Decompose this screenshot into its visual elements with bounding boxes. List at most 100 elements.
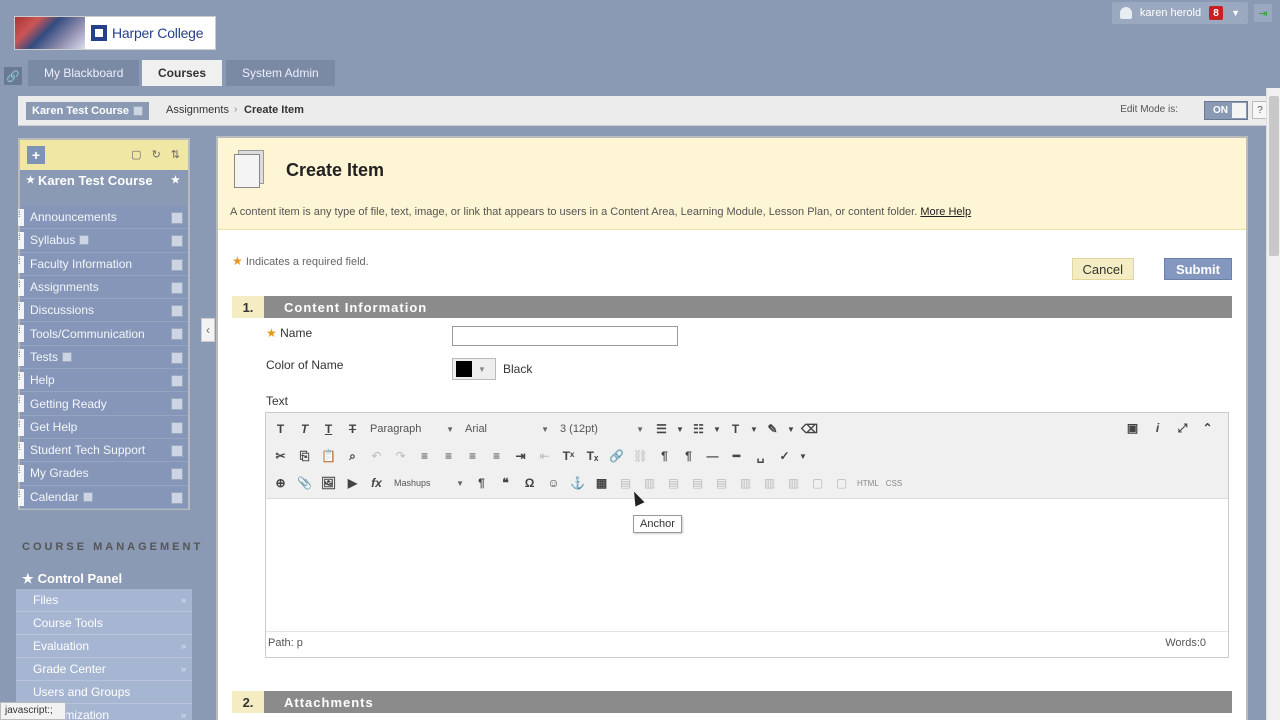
align-right-icon[interactable]: ≡ [462, 446, 483, 466]
control-panel-course-tools[interactable]: Course Tools [16, 612, 192, 635]
insert-col-before-icon[interactable]: ▥ [735, 473, 756, 493]
block-format-select[interactable]: Paragraph ▼ [366, 419, 458, 439]
redo-icon[interactable]: ↷ [390, 446, 411, 466]
options-icon[interactable] [171, 421, 183, 434]
logout-icon[interactable]: ⇥ [1254, 4, 1272, 22]
drag-handle-icon[interactable]: ⁞ [18, 302, 24, 320]
course-menu-title[interactable]: ★ Karen Test Course ★ [20, 170, 188, 206]
math-editor-icon[interactable]: fx [366, 473, 387, 493]
refresh-icon[interactable]: ↻ [152, 148, 161, 161]
paragraph-icon[interactable]: ¶ [471, 473, 492, 493]
options-icon[interactable] [171, 375, 183, 388]
nonbreaking-space-icon[interactable]: ␣ [750, 446, 771, 466]
breadcrumb-assignments[interactable]: Assignments [166, 104, 229, 116]
options-icon[interactable] [171, 328, 183, 341]
sidebar-item-tools-communication[interactable]: ⁞ Tools/Communication [18, 322, 188, 346]
options-icon[interactable] [171, 398, 183, 411]
options-icon[interactable] [171, 351, 183, 364]
align-justify-icon[interactable]: ≡ [486, 446, 507, 466]
fullscreen-icon[interactable]: ⤢ [1172, 418, 1193, 438]
anchor-icon[interactable]: ⚓ [567, 473, 588, 493]
display-icon[interactable]: ▢ [131, 148, 141, 161]
spellcheck-icon[interactable]: ✓ [774, 446, 795, 466]
drag-handle-icon[interactable]: ⁞ [18, 278, 24, 296]
horizontal-rule-icon[interactable]: — [702, 446, 723, 466]
strikethrough-icon[interactable]: T [342, 419, 363, 439]
outdent-icon[interactable]: ⇤ [534, 446, 555, 466]
drag-handle-icon[interactable]: ⁞ [18, 209, 24, 226]
notification-badge[interactable]: 8 [1209, 6, 1224, 20]
eraser-icon[interactable]: ⌫ [799, 419, 820, 439]
control-panel-evaluation[interactable]: Evaluation » [16, 635, 192, 658]
control-panel-title[interactable]: ★ Control Panel [16, 568, 192, 589]
indent-icon[interactable]: ⇥ [510, 446, 531, 466]
table-cell-props-icon[interactable]: ▥ [639, 473, 660, 493]
chevron-down-icon[interactable]: ▼ [712, 419, 722, 439]
bold-icon[interactable]: T [270, 419, 291, 439]
cut-icon[interactable]: ✂ [270, 446, 291, 466]
insert-table-icon[interactable]: ▦ [591, 473, 612, 493]
chevron-down-icon[interactable]: ▼ [749, 419, 759, 439]
undo-icon[interactable]: ↶ [366, 446, 387, 466]
chevron-down-icon[interactable]: ▼ [786, 419, 796, 439]
add-content-icon[interactable]: ⊕ [270, 473, 291, 493]
font-size-select[interactable]: 3 (12pt) ▼ [556, 419, 648, 439]
control-panel-files[interactable]: Files » [16, 589, 192, 612]
insert-row-after-icon[interactable]: ▤ [687, 473, 708, 493]
sort-icon[interactable]: ⇅ [171, 148, 180, 161]
info-icon[interactable]: i [1147, 418, 1168, 438]
add-menu-item-button[interactable]: + [27, 146, 45, 164]
options-icon[interactable] [171, 212, 183, 224]
submit-button[interactable]: Submit [1163, 258, 1232, 280]
table-row-props-icon[interactable]: ▤ [615, 473, 636, 493]
options-icon[interactable] [171, 258, 183, 271]
numbered-list-icon[interactable]: ☷ [688, 419, 709, 439]
html-source-button[interactable]: HTML [855, 473, 881, 493]
options-icon[interactable] [171, 468, 183, 481]
user-menu[interactable]: karen herold 8 ▼ [1111, 2, 1248, 24]
mashups-select[interactable]: Mashups ▼ [390, 473, 468, 493]
options-icon[interactable] [171, 235, 183, 248]
collapse-menu-icon[interactable]: ‹ [201, 318, 215, 342]
options-icon[interactable] [171, 491, 183, 504]
drag-handle-icon[interactable]: ⁞ [18, 255, 24, 273]
sidebar-item-tests[interactable]: ⁞ Tests [18, 345, 188, 370]
rtl-icon[interactable]: ¶ [678, 446, 699, 466]
paste-icon[interactable]: 📋 [318, 446, 339, 466]
insert-col-after-icon[interactable]: ▥ [759, 473, 780, 493]
superscript-icon[interactable]: Tˣ [558, 446, 579, 466]
edit-mode-toggle[interactable]: ON [1204, 101, 1248, 120]
font-family-select[interactable]: Arial ▼ [461, 419, 553, 439]
drag-handle-icon[interactable]: ⁞ [18, 325, 24, 343]
drag-handle-icon[interactable]: ⁞ [18, 418, 24, 436]
sidebar-item-help[interactable]: ⁞ Help [18, 369, 188, 393]
sidebar-item-assignments[interactable]: ⁞ Assignments [18, 275, 188, 300]
find-icon[interactable]: ⌕ [342, 446, 363, 466]
drag-handle-icon[interactable]: ⁞ [18, 441, 24, 459]
sidebar-item-calendar[interactable]: ⁞ Calendar [18, 485, 188, 509]
editor-body[interactable] [266, 499, 1228, 631]
split-cells-icon[interactable]: ▢ [807, 473, 828, 493]
bullet-list-icon[interactable]: ☰ [651, 419, 672, 439]
menu-icon[interactable] [133, 106, 143, 116]
highlight-icon[interactable]: ✎ [762, 419, 783, 439]
special-character-icon[interactable]: Ω [519, 473, 540, 493]
options-icon[interactable] [171, 305, 183, 318]
sidebar-item-syllabus[interactable]: ⁞ Syllabus [18, 229, 188, 253]
link-icon[interactable]: 🔗 [4, 67, 22, 85]
drag-handle-icon[interactable]: ⁞ [18, 395, 24, 413]
scrollbar-thumb[interactable] [1269, 96, 1279, 256]
sidebar-item-discussions[interactable]: ⁞ Discussions [18, 299, 188, 323]
sidebar-item-get-help[interactable]: ⁞ Get Help [18, 415, 188, 439]
drag-handle-icon[interactable]: ⁞ [18, 488, 24, 506]
collapse-toolbar-icon[interactable]: ⌃ [1197, 418, 1218, 438]
chevron-down-icon[interactable]: ▼ [798, 446, 808, 466]
sidebar-item-faculty-information[interactable]: ⁞ Faculty Information [18, 252, 188, 276]
sidebar-item-getting-ready[interactable]: ⁞ Getting Ready [18, 392, 188, 416]
drag-handle-icon[interactable]: ⁞ [18, 465, 24, 483]
page-scrollbar[interactable] [1266, 88, 1280, 720]
cancel-button[interactable]: Cancel [1071, 258, 1134, 280]
ltr-icon[interactable]: ¶ [654, 446, 675, 466]
tab-my-blackboard[interactable]: My Blackboard [28, 60, 140, 86]
delete-row-icon[interactable]: ▤ [711, 473, 732, 493]
